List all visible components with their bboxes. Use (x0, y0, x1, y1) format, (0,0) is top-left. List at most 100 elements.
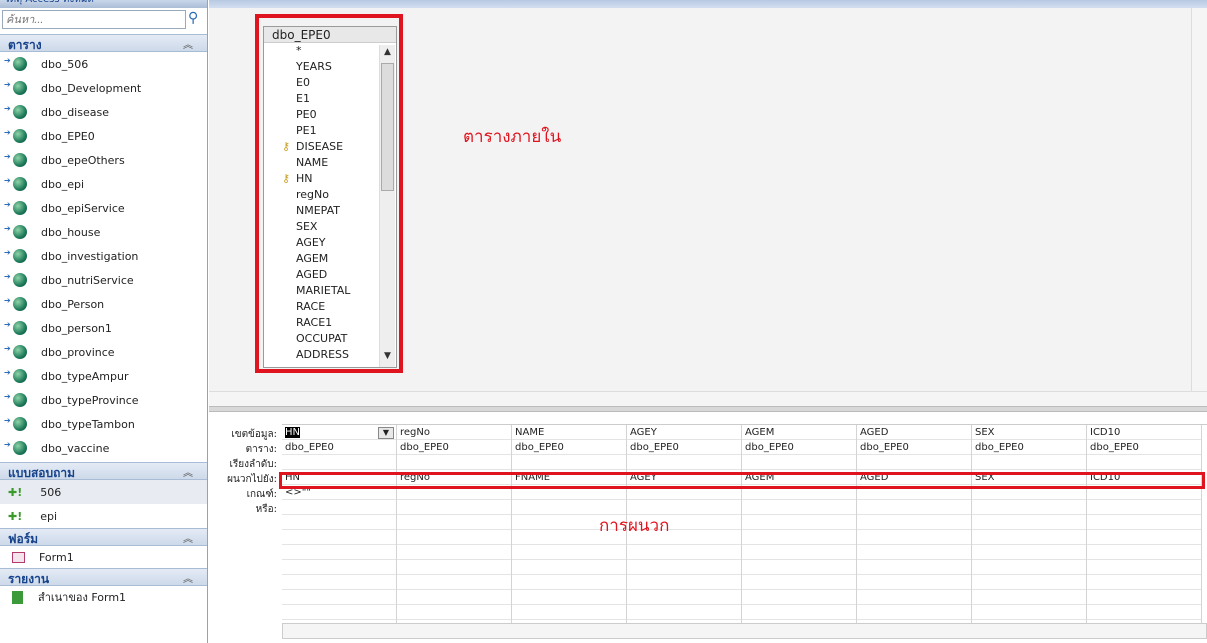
grid-cell[interactable] (972, 455, 1086, 470)
nav-group-header[interactable]: ฟอร์ม ︽ (0, 528, 207, 546)
grid-column[interactable]: regNo dbo_EPE0 regNo (397, 425, 512, 623)
collapse-chevron-icon[interactable]: ︽ (183, 570, 193, 585)
nav-item[interactable]: ➔ dbo_vaccine (0, 436, 207, 460)
grid-cell[interactable]: HN ▼ (282, 425, 396, 440)
grid-cell[interactable] (397, 560, 511, 575)
grid-cell[interactable] (1087, 545, 1201, 560)
grid-cell[interactable]: dbo_EPE0 (972, 440, 1086, 455)
grid-cell[interactable]: dbo_EPE0 (512, 440, 626, 455)
nav-item[interactable]: ➔ dbo_epiService (0, 196, 207, 220)
grid-cell[interactable] (512, 605, 626, 620)
grid-cell[interactable] (972, 605, 1086, 620)
search-input[interactable] (2, 10, 186, 29)
grid-cell[interactable]: dbo_EPE0 (1087, 440, 1201, 455)
nav-item[interactable]: ➔ dbo_nutriService (0, 268, 207, 292)
table-field[interactable]: NAME (264, 155, 380, 171)
nav-item[interactable]: สำเนาของ Form1 (0, 586, 207, 608)
grid-cell[interactable] (627, 605, 741, 620)
grid-column[interactable]: AGED dbo_EPE0 AGED (857, 425, 972, 623)
grid-cell[interactable] (1087, 530, 1201, 545)
grid-cell[interactable] (397, 575, 511, 590)
table-field[interactable]: * (264, 43, 380, 59)
table-field[interactable]: AGEY (264, 235, 380, 251)
grid-cell[interactable] (972, 560, 1086, 575)
table-field[interactable]: PE1 (264, 123, 380, 139)
field-list-scrollbar[interactable]: ▲ ▼ (379, 45, 395, 367)
grid-cell[interactable] (857, 575, 971, 590)
table-field[interactable]: E1 (264, 91, 380, 107)
nav-item[interactable]: ➔ dbo_person1 (0, 316, 207, 340)
grid-cell[interactable]: AGEY (627, 425, 741, 440)
grid-cell[interactable] (1087, 455, 1201, 470)
grid-cell[interactable] (1087, 590, 1201, 605)
vertical-scrollbar[interactable] (1191, 8, 1207, 391)
grid-cell[interactable] (857, 530, 971, 545)
nav-item[interactable]: ➔ dbo_typeAmpur (0, 364, 207, 388)
grid-cell[interactable] (972, 590, 1086, 605)
table-field[interactable]: RACE (264, 299, 380, 315)
grid-column[interactable]: SEX dbo_EPE0 SEX (972, 425, 1087, 623)
grid-cell[interactable] (512, 560, 626, 575)
grid-cell[interactable] (972, 575, 1086, 590)
grid-column[interactable]: AGEM dbo_EPE0 AGEM (742, 425, 857, 623)
grid-cell[interactable] (857, 500, 971, 515)
grid-cell[interactable] (282, 575, 396, 590)
grid-cell[interactable] (627, 575, 741, 590)
grid-cell[interactable] (397, 530, 511, 545)
grid-cell[interactable] (857, 515, 971, 530)
grid-cell[interactable] (857, 545, 971, 560)
nav-item[interactable]: ➔ dbo_EPE0 (0, 124, 207, 148)
nav-item[interactable]: ➔ dbo_Development (0, 76, 207, 100)
nav-item[interactable]: Form1 (0, 546, 207, 568)
nav-group-header[interactable]: รายงาน ︽ (0, 568, 207, 586)
grid-cell[interactable]: ICD10 (1087, 425, 1201, 440)
grid-cell[interactable] (397, 500, 511, 515)
table-field-list[interactable]: dbo_EPE0 * YEARS E0 E1 PE0 PE1 ⚷ DISEASE NAME ⚷ HN… (263, 26, 397, 368)
grid-cell[interactable] (627, 545, 741, 560)
table-field[interactable]: YEARS (264, 59, 380, 75)
grid-cell[interactable] (627, 455, 741, 470)
document-tab-strip[interactable] (209, 0, 1207, 8)
grid-cell[interactable] (1087, 560, 1201, 575)
grid-cell[interactable]: regNo (397, 425, 511, 440)
nav-item[interactable]: ➔ dbo_disease (0, 100, 207, 124)
grid-cell[interactable] (857, 590, 971, 605)
table-field[interactable]: SEX (264, 219, 380, 235)
grid-cell[interactable] (282, 455, 396, 470)
nav-item[interactable]: ➔ dbo_investigation (0, 244, 207, 268)
table-field[interactable]: NMEPAT (264, 203, 380, 219)
grid-cell[interactable] (742, 455, 856, 470)
grid-cell[interactable]: SEX (972, 425, 1086, 440)
grid-horizontal-scrollbar[interactable] (282, 623, 1207, 639)
grid-cell[interactable]: AGEM (742, 425, 856, 440)
grid-cell[interactable] (1087, 575, 1201, 590)
grid-cell[interactable]: dbo_EPE0 (627, 440, 741, 455)
grid-cell[interactable] (282, 515, 396, 530)
grid-cell[interactable] (282, 590, 396, 605)
nav-group-header[interactable]: แบบสอบถาม ︽ (0, 462, 207, 480)
grid-cell[interactable] (972, 500, 1086, 515)
grid-cell[interactable]: AGED (857, 425, 971, 440)
grid-cell[interactable] (512, 545, 626, 560)
grid-cell[interactable]: dbo_EPE0 (742, 440, 856, 455)
scroll-up-icon[interactable]: ▲ (381, 47, 394, 61)
grid-cell[interactable] (627, 560, 741, 575)
table-field[interactable]: AGEM (264, 251, 380, 267)
grid-cell[interactable] (742, 530, 856, 545)
grid-cell[interactable]: dbo_EPE0 (282, 440, 396, 455)
grid-cell[interactable] (282, 530, 396, 545)
table-field[interactable]: RACE1 (264, 315, 380, 331)
grid-cell[interactable] (282, 560, 396, 575)
table-field[interactable]: OCCUPAT (264, 331, 380, 347)
nav-item[interactable]: ➔ dbo_506 (0, 52, 207, 76)
scroll-down-icon[interactable]: ▼ (381, 351, 394, 365)
grid-cell[interactable] (742, 515, 856, 530)
table-field[interactable]: PE0 (264, 107, 380, 123)
horizontal-scrollbar[interactable] (209, 391, 1207, 406)
grid-cell[interactable] (857, 605, 971, 620)
grid-cell[interactable] (397, 590, 511, 605)
grid-cell[interactable] (972, 545, 1086, 560)
nav-item[interactable]: ➔ dbo_house (0, 220, 207, 244)
grid-cell[interactable] (627, 590, 741, 605)
nav-item[interactable]: ➔ dbo_typeProvince (0, 388, 207, 412)
